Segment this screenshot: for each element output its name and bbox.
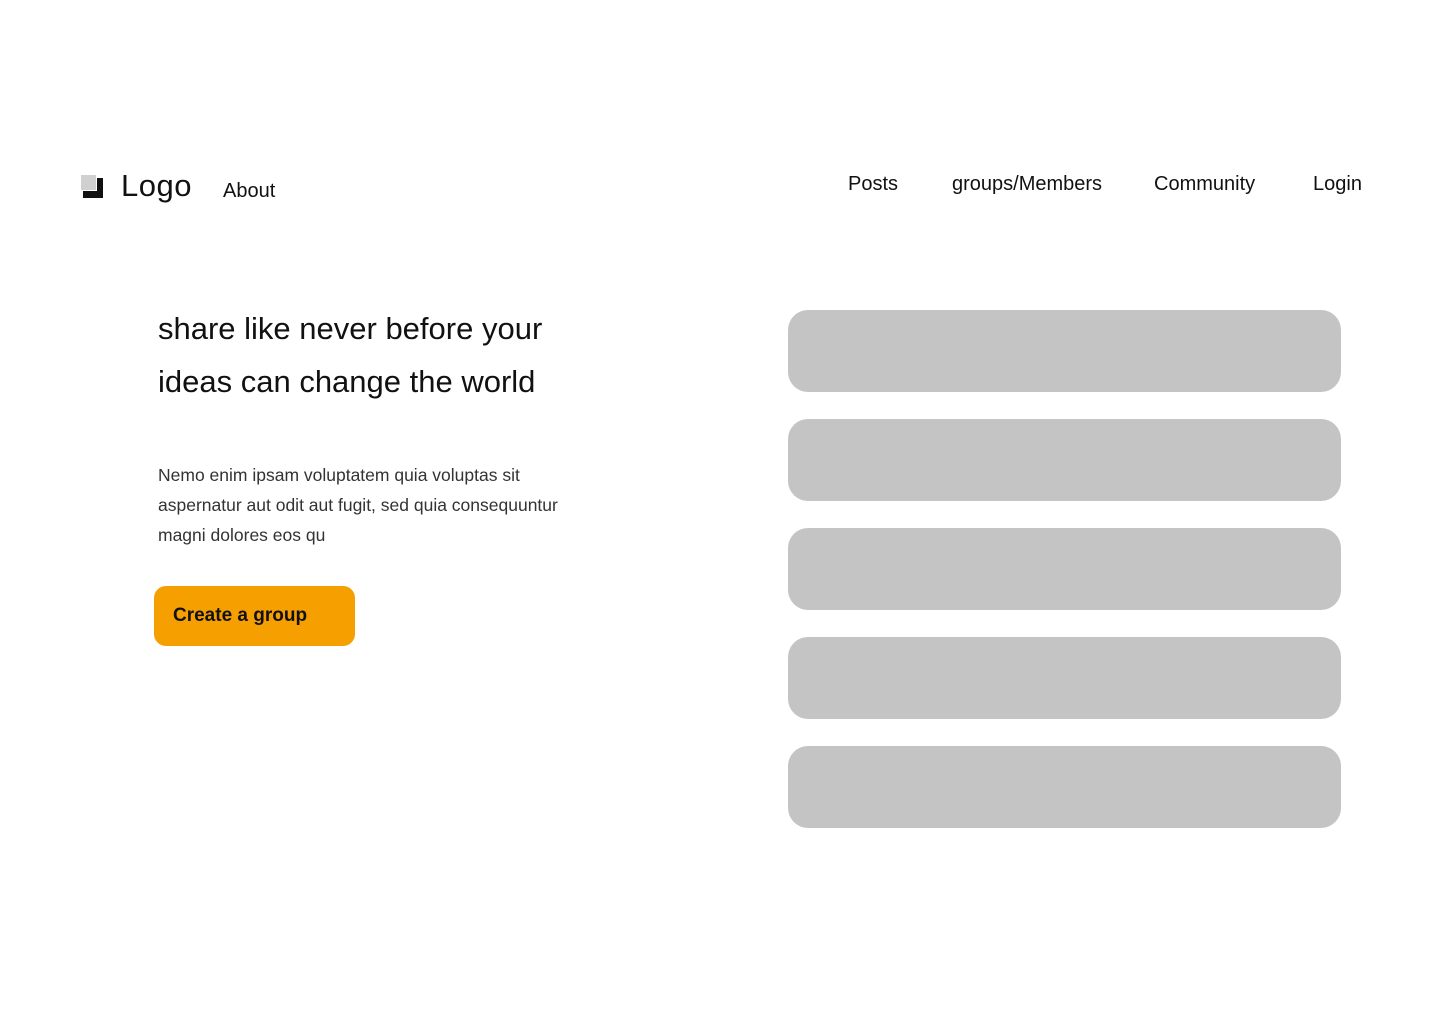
nav-community-link[interactable]: Community [1154,171,1255,197]
hero-description: Nemo enim ipsam voluptatem quia voluptas… [158,465,558,545]
logo-icon [80,174,103,198]
placeholder-card[interactable] [788,528,1341,610]
nav-login-link[interactable]: Login [1313,171,1362,197]
placeholder-card[interactable] [788,746,1341,828]
placeholder-card[interactable] [788,310,1341,392]
logo-icon-front-square [80,174,97,191]
create-group-button[interactable]: Create a group [154,586,355,646]
nav-groups-members-link[interactable]: groups/Members [952,171,1102,197]
hero-title: share like never before your ideas can c… [158,311,543,399]
placeholder-card[interactable] [788,419,1341,501]
landing-page: Logo About Posts groups/Members Communit… [0,0,1440,1024]
card-list [788,310,1341,855]
logo-link[interactable]: Logo [80,166,192,206]
nav-about-link[interactable]: About [223,178,275,204]
placeholder-card[interactable] [788,637,1341,719]
logo-text: Logo [121,168,192,203]
nav-posts-link[interactable]: Posts [848,171,898,197]
